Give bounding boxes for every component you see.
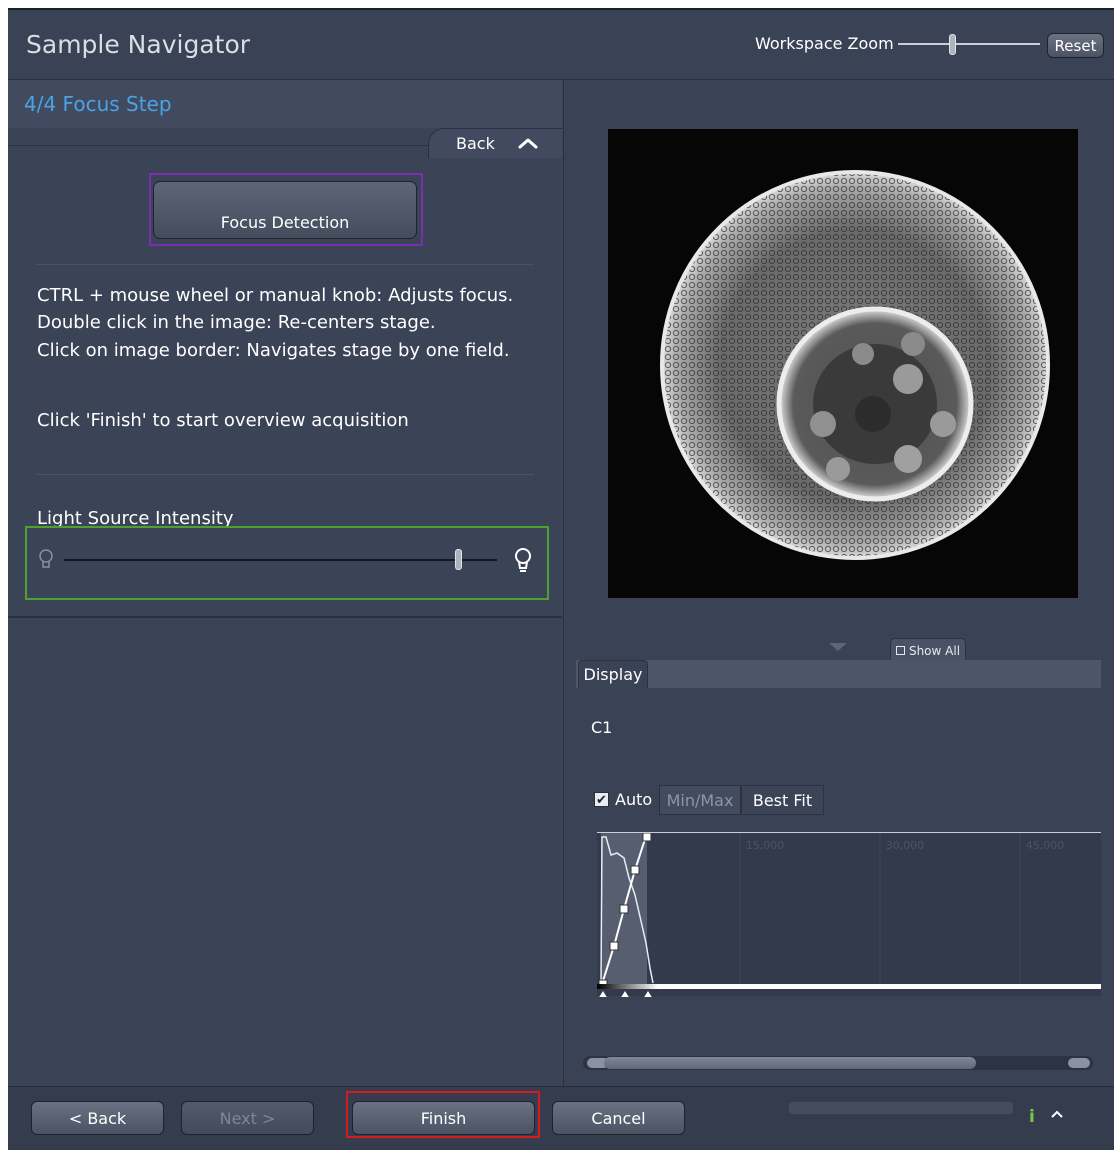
best-fit-button[interactable]: Best Fit — [741, 785, 824, 815]
light-intensity-slider-track[interactable] — [64, 559, 497, 561]
scroll-right-button[interactable] — [1068, 1058, 1090, 1068]
focus-detection-button[interactable]: Focus Detection — [153, 181, 417, 239]
collapse-back-label[interactable]: Back — [456, 134, 495, 153]
instruction-recenter: Double click in the image: Re-centers st… — [37, 312, 436, 333]
light-intensity-slider-thumb[interactable] — [455, 549, 462, 570]
auto-label[interactable]: Auto — [615, 790, 652, 809]
instruction-navigate: Click on image border: Navigates stage b… — [37, 340, 510, 361]
cancel-button[interactable]: Cancel — [552, 1101, 685, 1135]
tab-display[interactable]: Display — [578, 660, 648, 688]
collapse-tab[interactable] — [428, 128, 562, 158]
display-tab-bar — [576, 660, 1101, 688]
channel-label: C1 — [591, 718, 613, 737]
histogram-plot[interactable]: 15,000 30,000 45,000 — [597, 832, 1101, 999]
section-divider — [8, 616, 562, 618]
bulb-dim-icon — [39, 549, 53, 568]
histogram[interactable]: 15,000 30,000 45,000 — [597, 832, 1101, 999]
show-all-label: Show All — [908, 643, 961, 658]
collapse-arrow-icon[interactable] — [829, 643, 847, 651]
reset-zoom-button[interactable]: Reset — [1047, 33, 1104, 58]
instruction-focus: CTRL + mouse wheel or manual knob: Adjus… — [37, 285, 514, 306]
light-source-highlight — [25, 526, 549, 600]
auto-checkbox[interactable]: ✔ — [594, 792, 609, 808]
live-image-viewer[interactable] — [608, 129, 1078, 598]
scrollbar-thumb[interactable] — [604, 1057, 976, 1069]
hist-tick-label: 45,000 — [1026, 839, 1065, 852]
instruction-finish: Click 'Finish' to start overview acquisi… — [37, 410, 409, 431]
workspace-zoom-slider-thumb[interactable] — [949, 34, 956, 55]
divider — [36, 474, 534, 475]
bulb-bright-icon — [515, 548, 531, 572]
step-divider — [8, 145, 428, 146]
step-title: 4/4 Focus Step — [24, 92, 172, 116]
window-title: Sample Navigator — [26, 30, 251, 59]
sample-image[interactable] — [608, 129, 1078, 598]
finish-button[interactable]: Finish — [352, 1101, 535, 1135]
checkbox-icon — [895, 646, 905, 655]
hist-tick-label: 30,000 — [886, 839, 925, 852]
chevron-up-icon[interactable] — [517, 136, 539, 150]
workspace-zoom-label: Workspace Zoom — [755, 34, 894, 53]
hist-tick-label: 15,000 — [746, 839, 785, 852]
workspace-zoom-slider-track[interactable] — [898, 43, 1040, 45]
back-button[interactable]: < Back — [31, 1101, 164, 1135]
divider — [36, 264, 534, 265]
info-icon[interactable]: i — [1029, 1107, 1035, 1127]
expand-up-icon[interactable] — [1050, 1108, 1064, 1120]
min-max-button[interactable]: Min/Max — [659, 785, 741, 815]
progress-bar — [789, 1102, 1013, 1114]
next-button[interactable]: Next > — [181, 1101, 314, 1135]
show-all-button[interactable]: Show All — [890, 638, 966, 662]
